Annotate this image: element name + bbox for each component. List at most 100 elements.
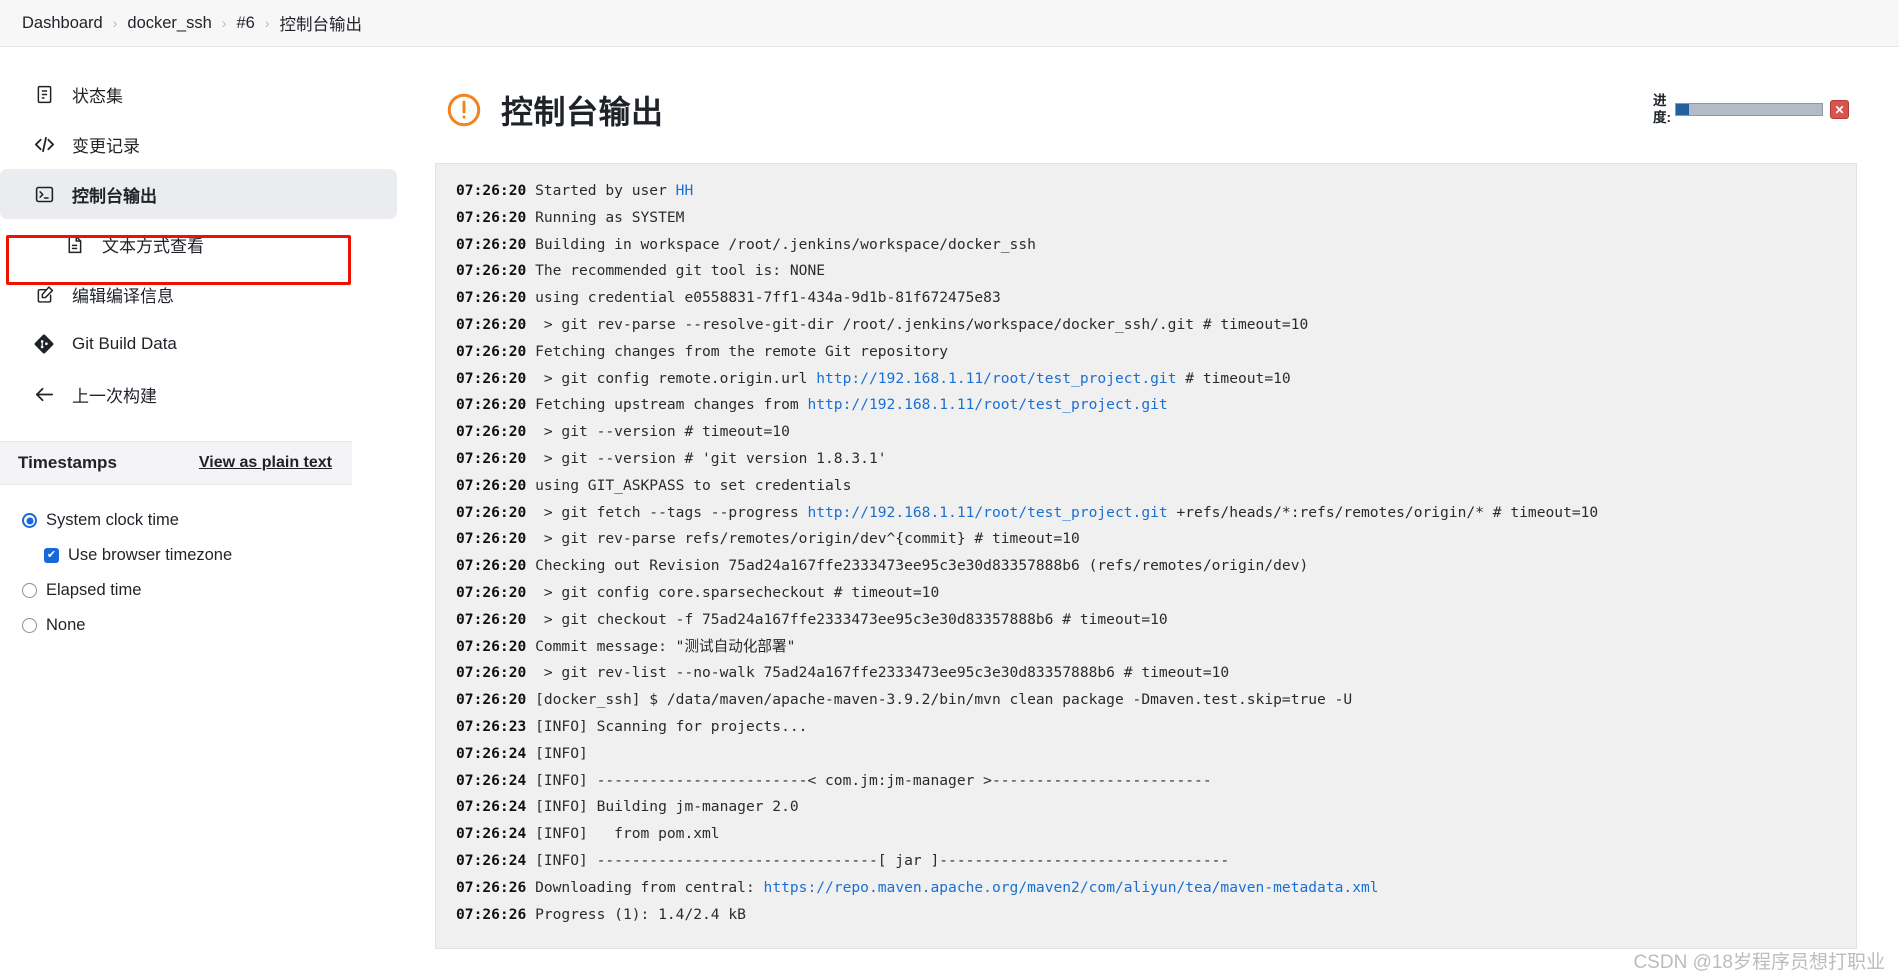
edit-square-icon bbox=[32, 282, 56, 306]
sidebar-item-label: 编辑编译信息 bbox=[72, 286, 174, 306]
progress-label: 进度: bbox=[1653, 93, 1671, 125]
log-text: > git --version # timeout=10 bbox=[535, 423, 790, 441]
code-brackets-icon bbox=[32, 132, 56, 156]
status-set-icon bbox=[32, 82, 56, 106]
timestamps-options: System clock time ✔ Use browser timezone… bbox=[0, 485, 425, 643]
option-label: System clock time bbox=[46, 511, 179, 529]
breadcrumb-separator-icon: › bbox=[264, 15, 270, 31]
log-timestamp: 07:26:20 bbox=[456, 396, 536, 414]
console-log-line: 07:26:20 > git fetch --tags --progress h… bbox=[456, 500, 1856, 527]
sidebar-item-label: 上一次构建 bbox=[72, 386, 157, 406]
console-log-line: 07:26:26 Downloading from central: https… bbox=[456, 875, 1856, 902]
log-text: [INFO] from pom.xml bbox=[535, 825, 720, 843]
log-text: Fetching changes from the remote Git rep… bbox=[535, 342, 949, 360]
option-use-browser-timezone[interactable]: ✔ Use browser timezone bbox=[22, 538, 425, 573]
console-output-page: Dashboard › docker_ssh › #6 › 控制台输出 状态集 bbox=[0, 0, 1899, 980]
log-timestamp: 07:26:20 bbox=[456, 449, 536, 467]
console-log-line: 07:26:20 > git rev-parse --resolve-git-d… bbox=[456, 312, 1856, 339]
breadcrumb: Dashboard › docker_ssh › #6 › 控制台输出 bbox=[0, 0, 1899, 47]
sidebar-item-git-build-data[interactable]: Git Build Data bbox=[0, 319, 397, 369]
log-text: Started by user bbox=[535, 182, 676, 199]
build-progress: 进度: ✕ bbox=[1653, 87, 1857, 127]
log-timestamp: 07:26:20 bbox=[456, 476, 536, 494]
radio-system-clock-time[interactable] bbox=[22, 513, 37, 528]
console-log-line: 07:26:20 > git checkout -f 75ad24a167ffe… bbox=[456, 607, 1856, 634]
option-elapsed-time[interactable]: Elapsed time bbox=[22, 573, 425, 608]
log-text: > git fetch --tags --progress bbox=[535, 503, 808, 521]
log-text: [INFO] bbox=[535, 744, 588, 762]
console-log-line: 07:26:20 > git --version # timeout=10 bbox=[456, 419, 1856, 446]
breadcrumb-separator-icon: › bbox=[112, 15, 118, 31]
log-link[interactable]: http://192.168.1.11/root/test_project.gi… bbox=[807, 396, 1167, 413]
sidebar-item-console-output[interactable]: 控制台输出 bbox=[0, 169, 397, 219]
log-link[interactable]: http://192.168.1.11/root/test_project.gi… bbox=[807, 504, 1167, 521]
log-text: [docker_ssh] $ /data/maven/apache-maven-… bbox=[535, 691, 1353, 709]
breadcrumb-item-job[interactable]: docker_ssh bbox=[127, 14, 211, 33]
console-log-line: 07:26:20 > git --version # 'git version … bbox=[456, 446, 1856, 473]
log-timestamp: 07:26:20 bbox=[456, 691, 536, 709]
stop-build-button[interactable]: ✕ bbox=[1830, 100, 1849, 120]
sidebar-item-view-as-plain-text[interactable]: 文本方式查看 bbox=[0, 219, 397, 269]
log-text: Progress (1): 1.4/2.4 kB bbox=[535, 905, 746, 923]
log-timestamp: 07:26:20 bbox=[456, 182, 536, 199]
log-text: Downloading from central: bbox=[535, 878, 764, 896]
console-log-line: 07:26:20 using GIT_ASKPASS to set creden… bbox=[456, 473, 1856, 500]
sidebar-item-changes[interactable]: 变更记录 bbox=[0, 119, 397, 169]
console-log-line: 07:26:24 [INFO] Building jm-manager 2.0 bbox=[456, 794, 1856, 821]
console-log-line: 07:26:20 > git config remote.origin.url … bbox=[456, 366, 1856, 393]
sidebar-item-label: 状态集 bbox=[72, 86, 123, 106]
timestamps-title: Timestamps bbox=[18, 453, 117, 472]
sidebar-item-edit-build-info[interactable]: 编辑编译信息 bbox=[0, 269, 397, 319]
console-log-line: 07:26:20 The recommended git tool is: NO… bbox=[456, 258, 1856, 285]
console-log-output[interactable]: 07:26:20 Started by user HH 07:26:20 Runn… bbox=[435, 163, 1857, 949]
log-timestamp: 07:26:24 bbox=[456, 771, 536, 789]
log-text: Checking out Revision 75ad24a167ffe23334… bbox=[535, 557, 1309, 575]
log-text: # timeout=10 bbox=[1176, 369, 1291, 387]
view-as-plain-text-link[interactable]: View as plain text bbox=[199, 454, 332, 472]
console-log-line: 07:26:24 [INFO] ------------------------… bbox=[456, 768, 1856, 795]
console-log-line: 07:26:23 [INFO] Scanning for projects... bbox=[456, 714, 1856, 741]
breadcrumb-item-dashboard[interactable]: Dashboard bbox=[22, 14, 103, 33]
option-none[interactable]: None bbox=[22, 608, 425, 643]
warning-circle-icon bbox=[445, 91, 483, 129]
log-text: > git rev-parse refs/remotes/origin/dev^… bbox=[535, 530, 1080, 548]
radio-none[interactable] bbox=[22, 618, 37, 633]
log-timestamp: 07:26:24 bbox=[456, 825, 536, 843]
radio-elapsed-time[interactable] bbox=[22, 583, 37, 598]
console-log-line: 07:26:20 [docker_ssh] $ /data/maven/apac… bbox=[456, 687, 1856, 714]
terminal-icon bbox=[32, 182, 56, 206]
log-timestamp: 07:26:20 bbox=[456, 610, 536, 628]
log-link[interactable]: https://repo.maven.apache.org/maven2/com… bbox=[764, 879, 1379, 896]
page-title: 控制台输出 bbox=[501, 94, 664, 130]
option-system-clock-time[interactable]: System clock time bbox=[22, 503, 425, 538]
log-timestamp: 07:26:20 bbox=[456, 664, 536, 682]
checkbox-use-browser-timezone[interactable]: ✔ bbox=[44, 548, 59, 563]
log-timestamp: 07:26:20 bbox=[456, 262, 536, 280]
log-timestamp: 07:26:20 bbox=[456, 423, 536, 441]
sidebar-item-label: 文本方式查看 bbox=[102, 236, 204, 256]
sidebar-item-previous-build[interactable]: 上一次构建 bbox=[0, 369, 397, 419]
console-log-line: 07:26:24 [INFO] from pom.xml bbox=[456, 821, 1856, 848]
sidebar-item-label: Git Build Data bbox=[72, 334, 177, 353]
log-text: > git config remote.origin.url bbox=[535, 369, 817, 387]
log-link[interactable]: HH bbox=[676, 182, 694, 199]
log-timestamp: 07:26:20 bbox=[456, 637, 536, 655]
log-link[interactable]: http://192.168.1.11/root/test_project.gi… bbox=[816, 370, 1176, 387]
console-log-line: 07:26:20 > git config core.sparsecheckou… bbox=[456, 580, 1856, 607]
sidebar-item-status-set[interactable]: 状态集 bbox=[0, 69, 397, 119]
console-log-line: 07:26:20 Started by user HH bbox=[456, 178, 1856, 205]
option-label: Elapsed time bbox=[46, 581, 142, 599]
main-header: 控制台输出 进度: ✕ bbox=[435, 87, 1857, 133]
log-text: using credential e0558831-7ff1-434a-9d1b… bbox=[535, 289, 1001, 307]
progress-bar bbox=[1675, 103, 1823, 117]
console-log-line: 07:26:20 Building in workspace /root/.je… bbox=[456, 232, 1856, 259]
progress-bar-fill bbox=[1676, 104, 1690, 116]
log-timestamp: 07:26:20 bbox=[456, 530, 536, 548]
breadcrumb-item-build[interactable]: #6 bbox=[236, 14, 254, 33]
log-timestamp: 07:26:20 bbox=[456, 557, 536, 575]
breadcrumb-item-console[interactable]: 控制台输出 bbox=[280, 11, 363, 35]
console-log-line: 07:26:24 [INFO] ------------------------… bbox=[456, 848, 1856, 875]
console-log-line: 07:26:20 > git rev-list --no-walk 75ad24… bbox=[456, 660, 1856, 687]
page-body: 状态集 变更记录 控制台输出 文本方式查看 编辑编译信息 Git Build D… bbox=[0, 47, 1899, 980]
timestamps-header: Timestamps View as plain text bbox=[0, 441, 352, 485]
